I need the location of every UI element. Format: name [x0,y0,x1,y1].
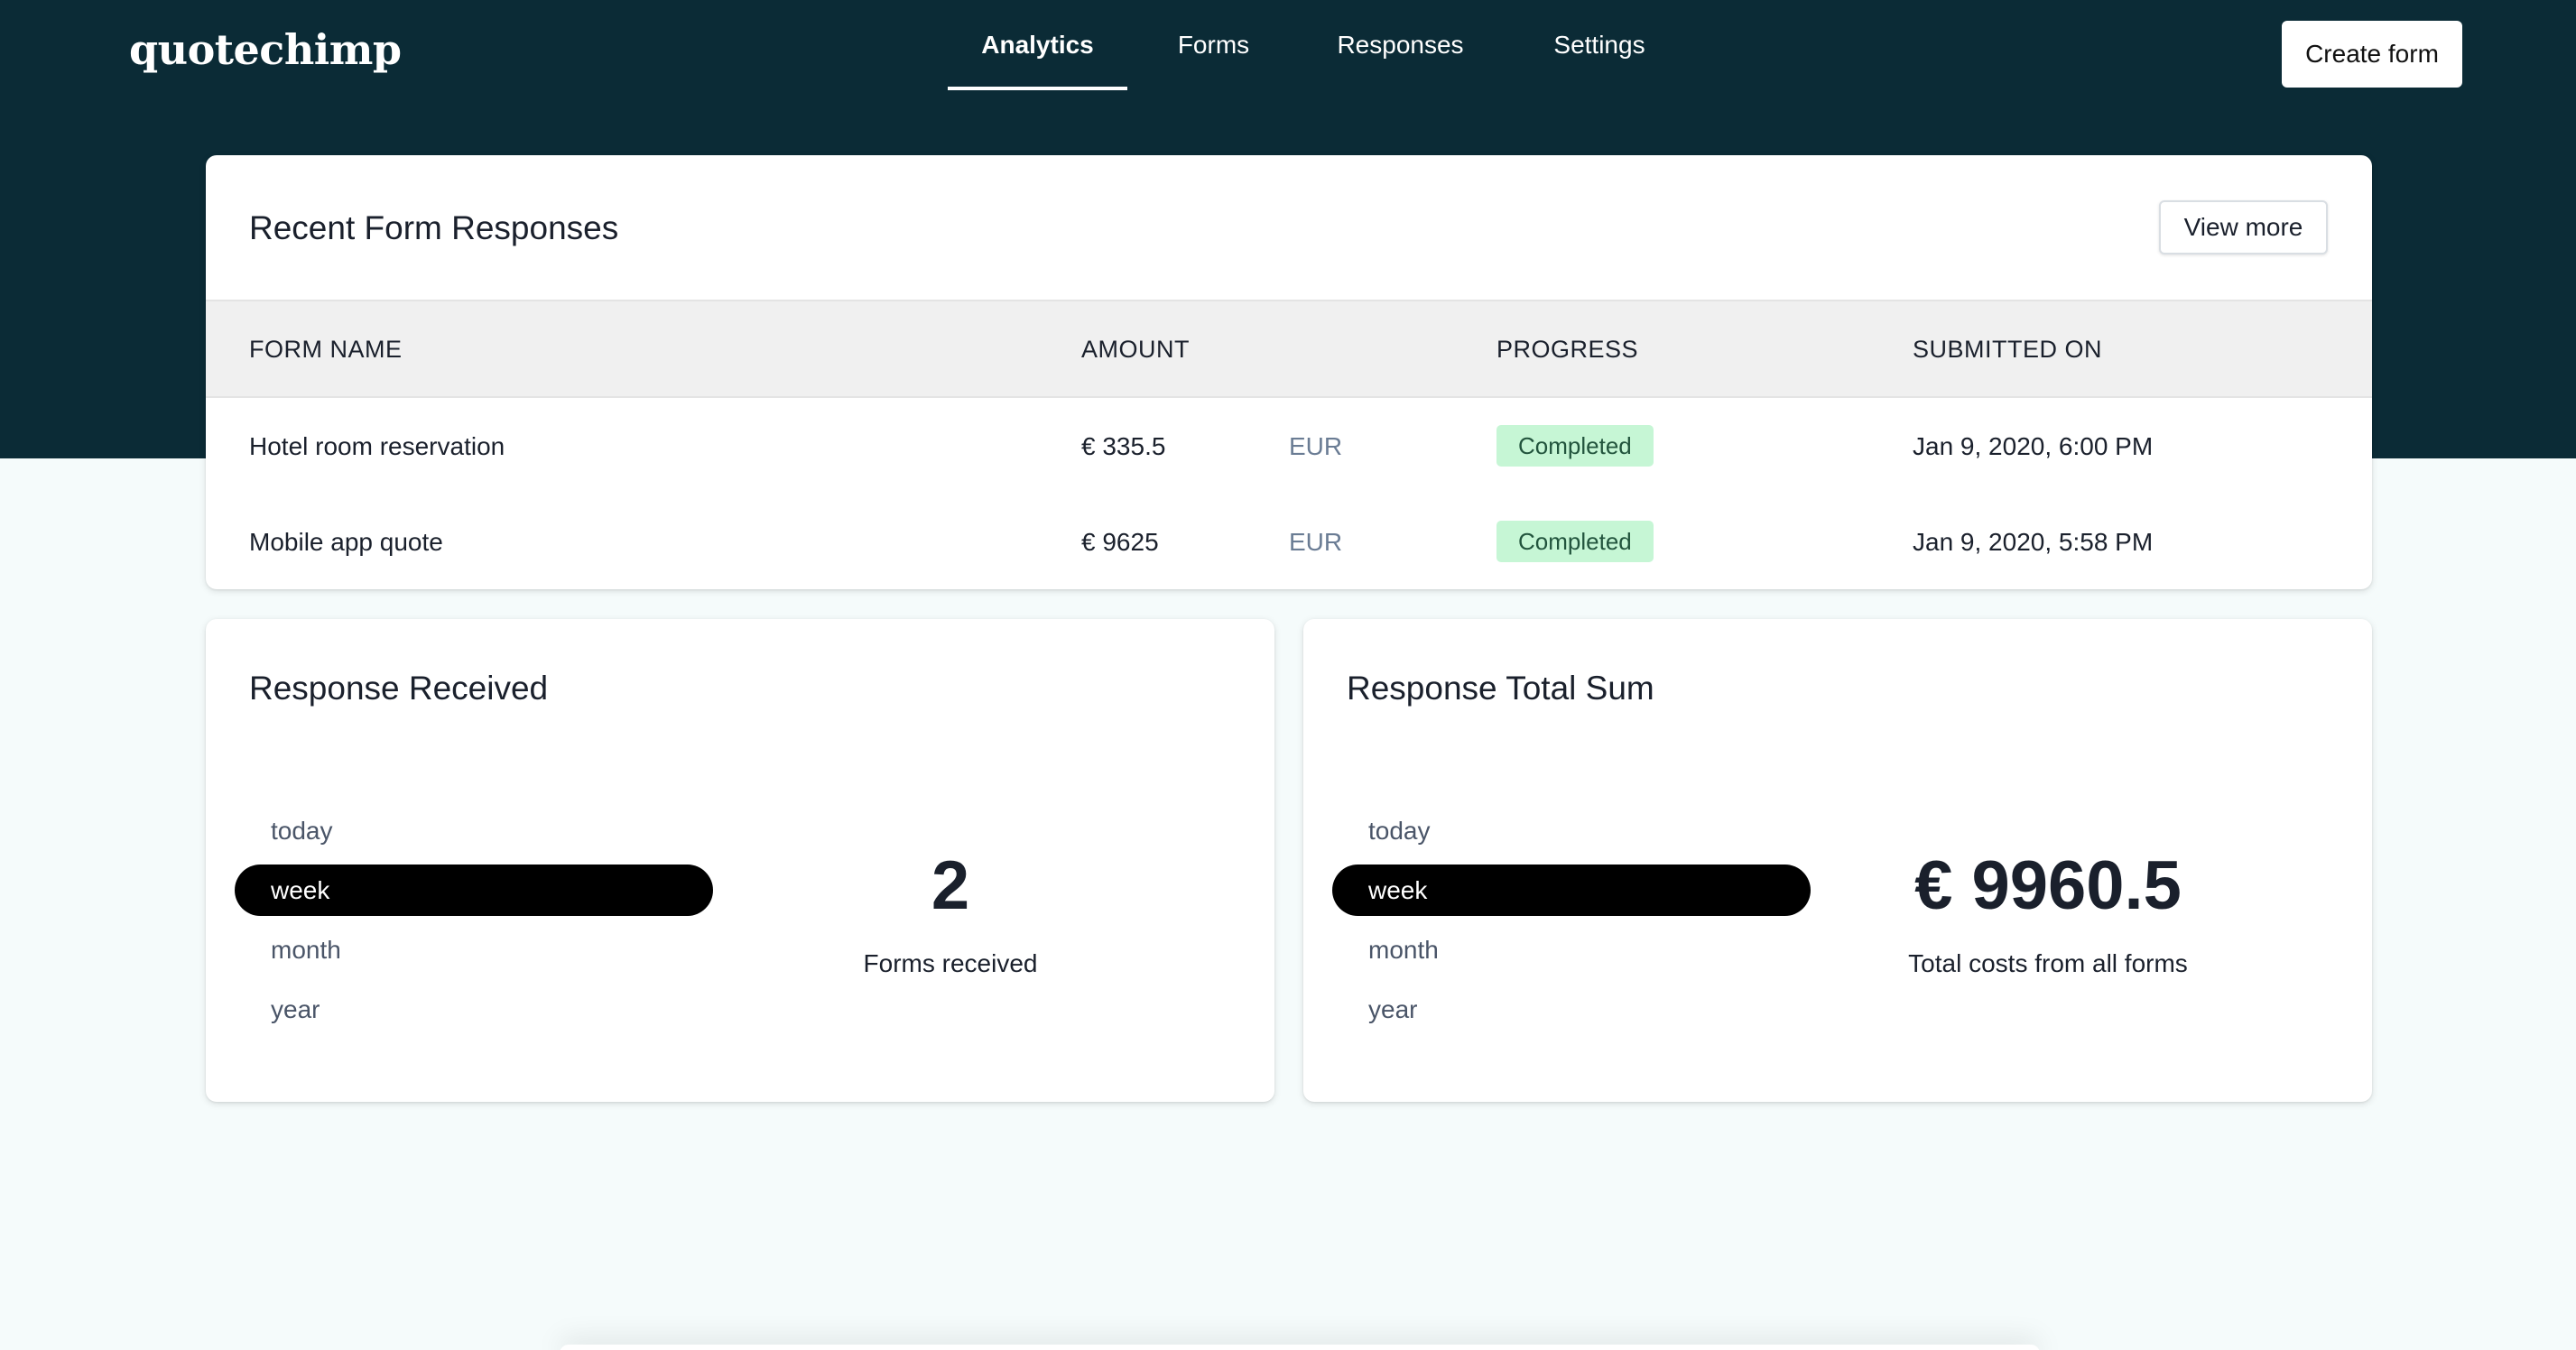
table-row[interactable]: Hotel room reservation € 335.5 EUR Compl… [206,398,2372,494]
card-title: Recent Form Responses [249,209,619,246]
nav-tab-responses[interactable]: Responses [1300,0,1501,90]
period-option-week[interactable]: week [1332,865,1811,916]
column-header-submitted-on[interactable]: SUBMITTED ON [1913,336,2102,364]
column-header-form-name[interactable]: FORM NAME [249,336,403,364]
period-option-year[interactable]: year [235,984,713,1035]
column-header-progress[interactable]: PROGRESS [1496,336,1638,364]
nav-tab-forms[interactable]: Forms [1127,0,1300,90]
period-option-today[interactable]: today [235,805,713,856]
nav-tab-settings[interactable]: Settings [1501,0,1698,90]
card-title: Response Received [249,670,549,707]
main-nav: Analytics Forms Responses Settings [948,0,1698,90]
period-option-month[interactable]: month [235,924,713,976]
response-total-sum-card: Response Total Sum today week month year… [1303,619,2372,1102]
period-option-month[interactable]: month [1332,924,1811,976]
table-header: FORM NAME AMOUNT PROGRESS SUBMITTED ON [206,300,2372,398]
form-name-cell: Mobile app quote [249,528,443,556]
currency-cell: EUR [1289,528,1343,556]
offscreen-card-edge [560,1345,2040,1350]
nav-tab-analytics[interactable]: Analytics [948,0,1127,90]
card-title: Response Total Sum [1347,670,1654,707]
period-option-year[interactable]: year [1332,984,1811,1035]
period-option-today[interactable]: today [1332,805,1811,856]
amount-cell: € 335.5 [1081,432,1166,460]
forms-received-count: 2 [931,847,970,924]
submitted-on-cell: Jan 9, 2020, 6:00 PM [1913,432,2154,460]
amount-cell: € 9625 [1081,528,1159,556]
top-navbar: quotechimp Analytics Forms Responses Set… [0,0,2576,105]
period-selector: today week month year [235,805,713,1043]
form-name-cell: Hotel room reservation [249,432,505,460]
period-option-week[interactable]: week [235,865,713,916]
recent-responses-card: Recent Form Responses View more FORM NAM… [206,155,2372,589]
create-form-button[interactable]: Create form [2282,21,2462,88]
response-received-card: Response Received today week month year … [206,619,1274,1102]
submitted-on-cell: Jan 9, 2020, 5:58 PM [1913,528,2154,556]
status-badge: Completed [1496,521,1654,562]
forms-received-label: Forms received [863,949,1038,977]
view-more-button[interactable]: View more [2159,200,2328,254]
total-sum-value: € 9960.5 [1914,847,2182,924]
period-selector: today week month year [1332,805,1811,1043]
column-header-amount[interactable]: AMOUNT [1081,336,1190,364]
page: quotechimp Analytics Forms Responses Set… [0,0,2576,1350]
table-row[interactable]: Mobile app quote € 9625 EUR Completed Ja… [206,494,2372,589]
app-logo[interactable]: quotechimp [129,25,402,74]
total-sum-label: Total costs from all forms [1908,949,2188,977]
currency-cell: EUR [1289,432,1343,460]
status-badge: Completed [1496,425,1654,467]
